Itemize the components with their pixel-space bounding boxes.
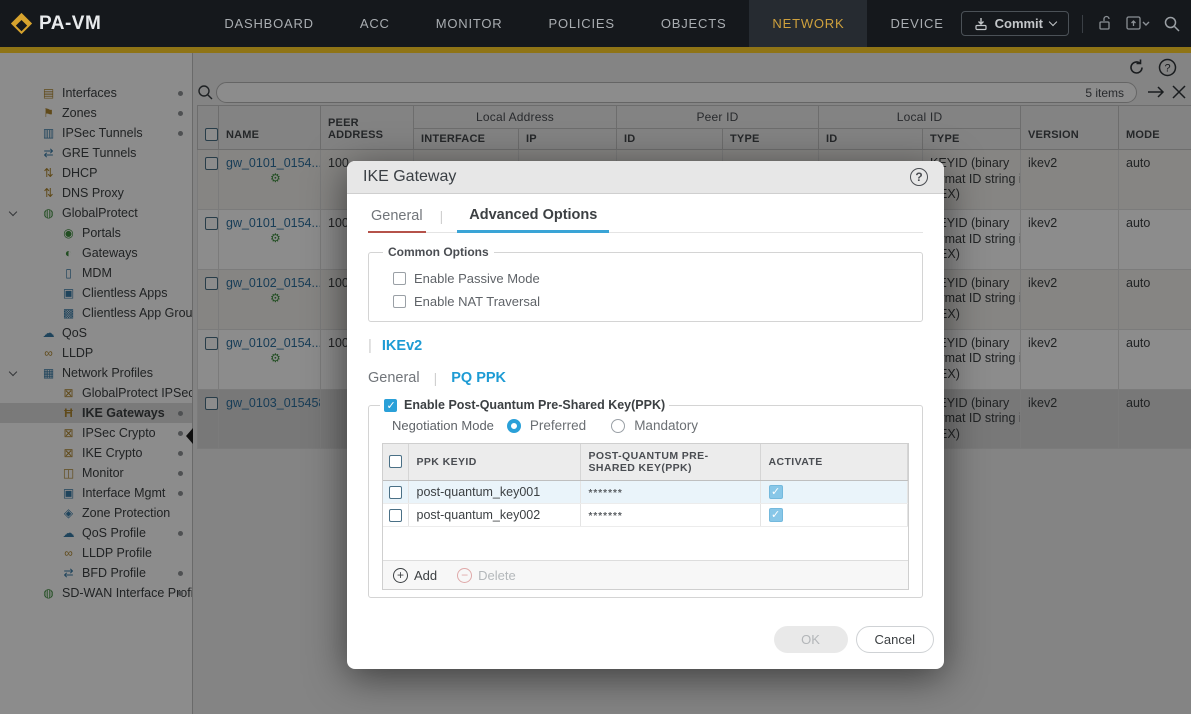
commit-label: Commit: [994, 16, 1043, 31]
divider: |: [433, 370, 438, 386]
activate-checkbox[interactable]: [768, 507, 783, 522]
dialog-body: General | Advanced Options Common Option…: [347, 207, 944, 598]
add-label: Add: [414, 567, 438, 583]
enable-passive-mode-checkbox[interactable]: [393, 272, 406, 285]
passive-mode-row: Enable Passive Mode: [393, 271, 910, 286]
add-button[interactable]: + Add: [393, 567, 438, 583]
ppk-key-cell: *******: [580, 480, 761, 504]
common-options-legend: Common Options: [388, 245, 489, 259]
chevron-down-icon: [1048, 17, 1058, 27]
ppk-row-select-cell: [383, 480, 409, 504]
col-ppk-keyid[interactable]: PPK KEYID: [408, 444, 581, 481]
ike-gateway-dialog: IKE Gateway ? General | Advanced Options…: [347, 161, 944, 669]
nat-traversal-label: Enable NAT Traversal: [414, 294, 540, 309]
ppk-row[interactable]: post-quantum_key002 *******: [383, 503, 908, 527]
commit-button[interactable]: Commit: [960, 11, 1069, 36]
top-nav: PA-VM DASHBOARD ACC MONITOR POLICIES OBJ…: [0, 0, 1191, 47]
subtab-pq-ppk[interactable]: PQ PPK: [451, 370, 506, 386]
ppk-keyid-cell: post-quantum_key001: [408, 480, 581, 504]
nav-tab[interactable]: MONITOR: [413, 0, 526, 47]
masked-key: *******: [588, 487, 623, 499]
ppk-row-select-cell: [383, 503, 409, 527]
divider: |: [439, 208, 444, 224]
passive-mode-label: Enable Passive Mode: [414, 271, 540, 286]
ppk-table-container: PPK KEYID POST-QUANTUM PRE-SHARED KEY(PP…: [382, 443, 909, 590]
col-activate[interactable]: ACTIVATE: [760, 444, 908, 481]
ppk-key-cell: *******: [580, 503, 761, 527]
brand-name: PA-VM: [39, 12, 102, 34]
ppk-select-all-cell: [383, 444, 409, 481]
divider: |: [368, 337, 372, 354]
ppk-legend: Enable Post-Quantum Pre-Shared Key(PPK): [380, 398, 669, 412]
enable-nat-traversal-checkbox[interactable]: [393, 295, 406, 308]
nat-traversal-row: Enable NAT Traversal: [393, 294, 910, 309]
brand: PA-VM: [10, 12, 102, 35]
ppk-row[interactable]: post-quantum_key001 *******: [383, 480, 908, 504]
nav-tab[interactable]: POLICIES: [525, 0, 637, 47]
dialog-title: IKE Gateway: [363, 168, 457, 185]
minus-circle-icon: −: [457, 567, 473, 583]
mandatory-radio[interactable]: [611, 418, 626, 433]
nav-tab[interactable]: DASHBOARD: [201, 0, 337, 47]
ppk-group: Enable Post-Quantum Pre-Shared Key(PPK) …: [368, 398, 923, 598]
delete-button[interactable]: − Delete: [457, 567, 516, 583]
ppk-activate-cell: [760, 503, 908, 527]
negotiation-mode-row: Negotiation Mode Preferred Mandatory: [392, 418, 909, 433]
delete-label: Delete: [478, 567, 516, 583]
ikev2-section-label[interactable]: IKEv2: [382, 338, 422, 354]
ppk-legend-label: Enable Post-Quantum Pre-Shared Key(PPK): [404, 398, 666, 412]
ok-button[interactable]: OK: [773, 626, 848, 653]
masked-key: *******: [588, 510, 623, 522]
ppk-keyid-cell: post-quantum_key002: [408, 503, 581, 527]
enable-ppk-checkbox[interactable]: [384, 398, 397, 412]
paloalto-logo-icon: [10, 12, 33, 35]
plus-circle-icon: +: [393, 567, 408, 583]
ppk-table-footer: + Add − Delete: [383, 560, 908, 589]
tab-advanced-options[interactable]: Advanced Options: [457, 207, 610, 233]
commit-icon: [974, 17, 988, 31]
nav-tab[interactable]: DEVICE: [867, 0, 966, 47]
ikev2-section: | IKEv2: [368, 337, 923, 354]
tab-general[interactable]: General: [368, 208, 426, 233]
preferred-radio[interactable]: [506, 418, 521, 433]
search-icon[interactable]: [1163, 15, 1181, 33]
mandatory-label: Mandatory: [634, 418, 698, 433]
ppk-row-checkbox[interactable]: [388, 485, 402, 499]
nav-tab[interactable]: ACC: [337, 0, 413, 47]
config-export-icon[interactable]: [1126, 15, 1150, 32]
dialog-help-icon[interactable]: ?: [910, 168, 928, 186]
nav-tab[interactable]: NETWORK: [749, 0, 868, 47]
ppk-table: PPK KEYID POST-QUANTUM PRE-SHARED KEY(PP…: [383, 444, 908, 527]
preferred-label: Preferred: [529, 418, 587, 433]
accent-bar: [0, 47, 1191, 53]
col-ppk-key[interactable]: POST-QUANTUM PRE-SHARED KEY(PPK): [580, 444, 761, 481]
ppk-select-all-checkbox[interactable]: [388, 455, 402, 469]
common-options-group: Common Options Enable Passive Mode Enabl…: [368, 245, 923, 322]
dialog-header: IKE Gateway ?: [347, 161, 944, 194]
cancel-button[interactable]: Cancel: [855, 626, 934, 653]
divider: [1082, 14, 1083, 33]
ikev2-subtabs: General | PQ PPK: [368, 370, 923, 386]
nav-right-cluster: Commit: [960, 0, 1181, 47]
ppk-row-checkbox[interactable]: [388, 508, 402, 522]
ppk-activate-cell: [760, 480, 908, 504]
app-window: PA-VM DASHBOARD ACC MONITOR POLICIES OBJ…: [0, 0, 1191, 714]
negotiation-mode-label: Negotiation Mode: [392, 418, 494, 433]
subtab-general[interactable]: General: [368, 370, 420, 386]
unlock-icon[interactable]: [1096, 15, 1113, 32]
dialog-tabs: General | Advanced Options: [368, 207, 923, 233]
nav-tab[interactable]: OBJECTS: [638, 0, 750, 47]
activate-checkbox[interactable]: [768, 484, 783, 499]
nav-tabs: DASHBOARD ACC MONITOR POLICIES OBJECTS N…: [201, 0, 966, 47]
dialog-footer: OK Cancel: [773, 626, 934, 653]
